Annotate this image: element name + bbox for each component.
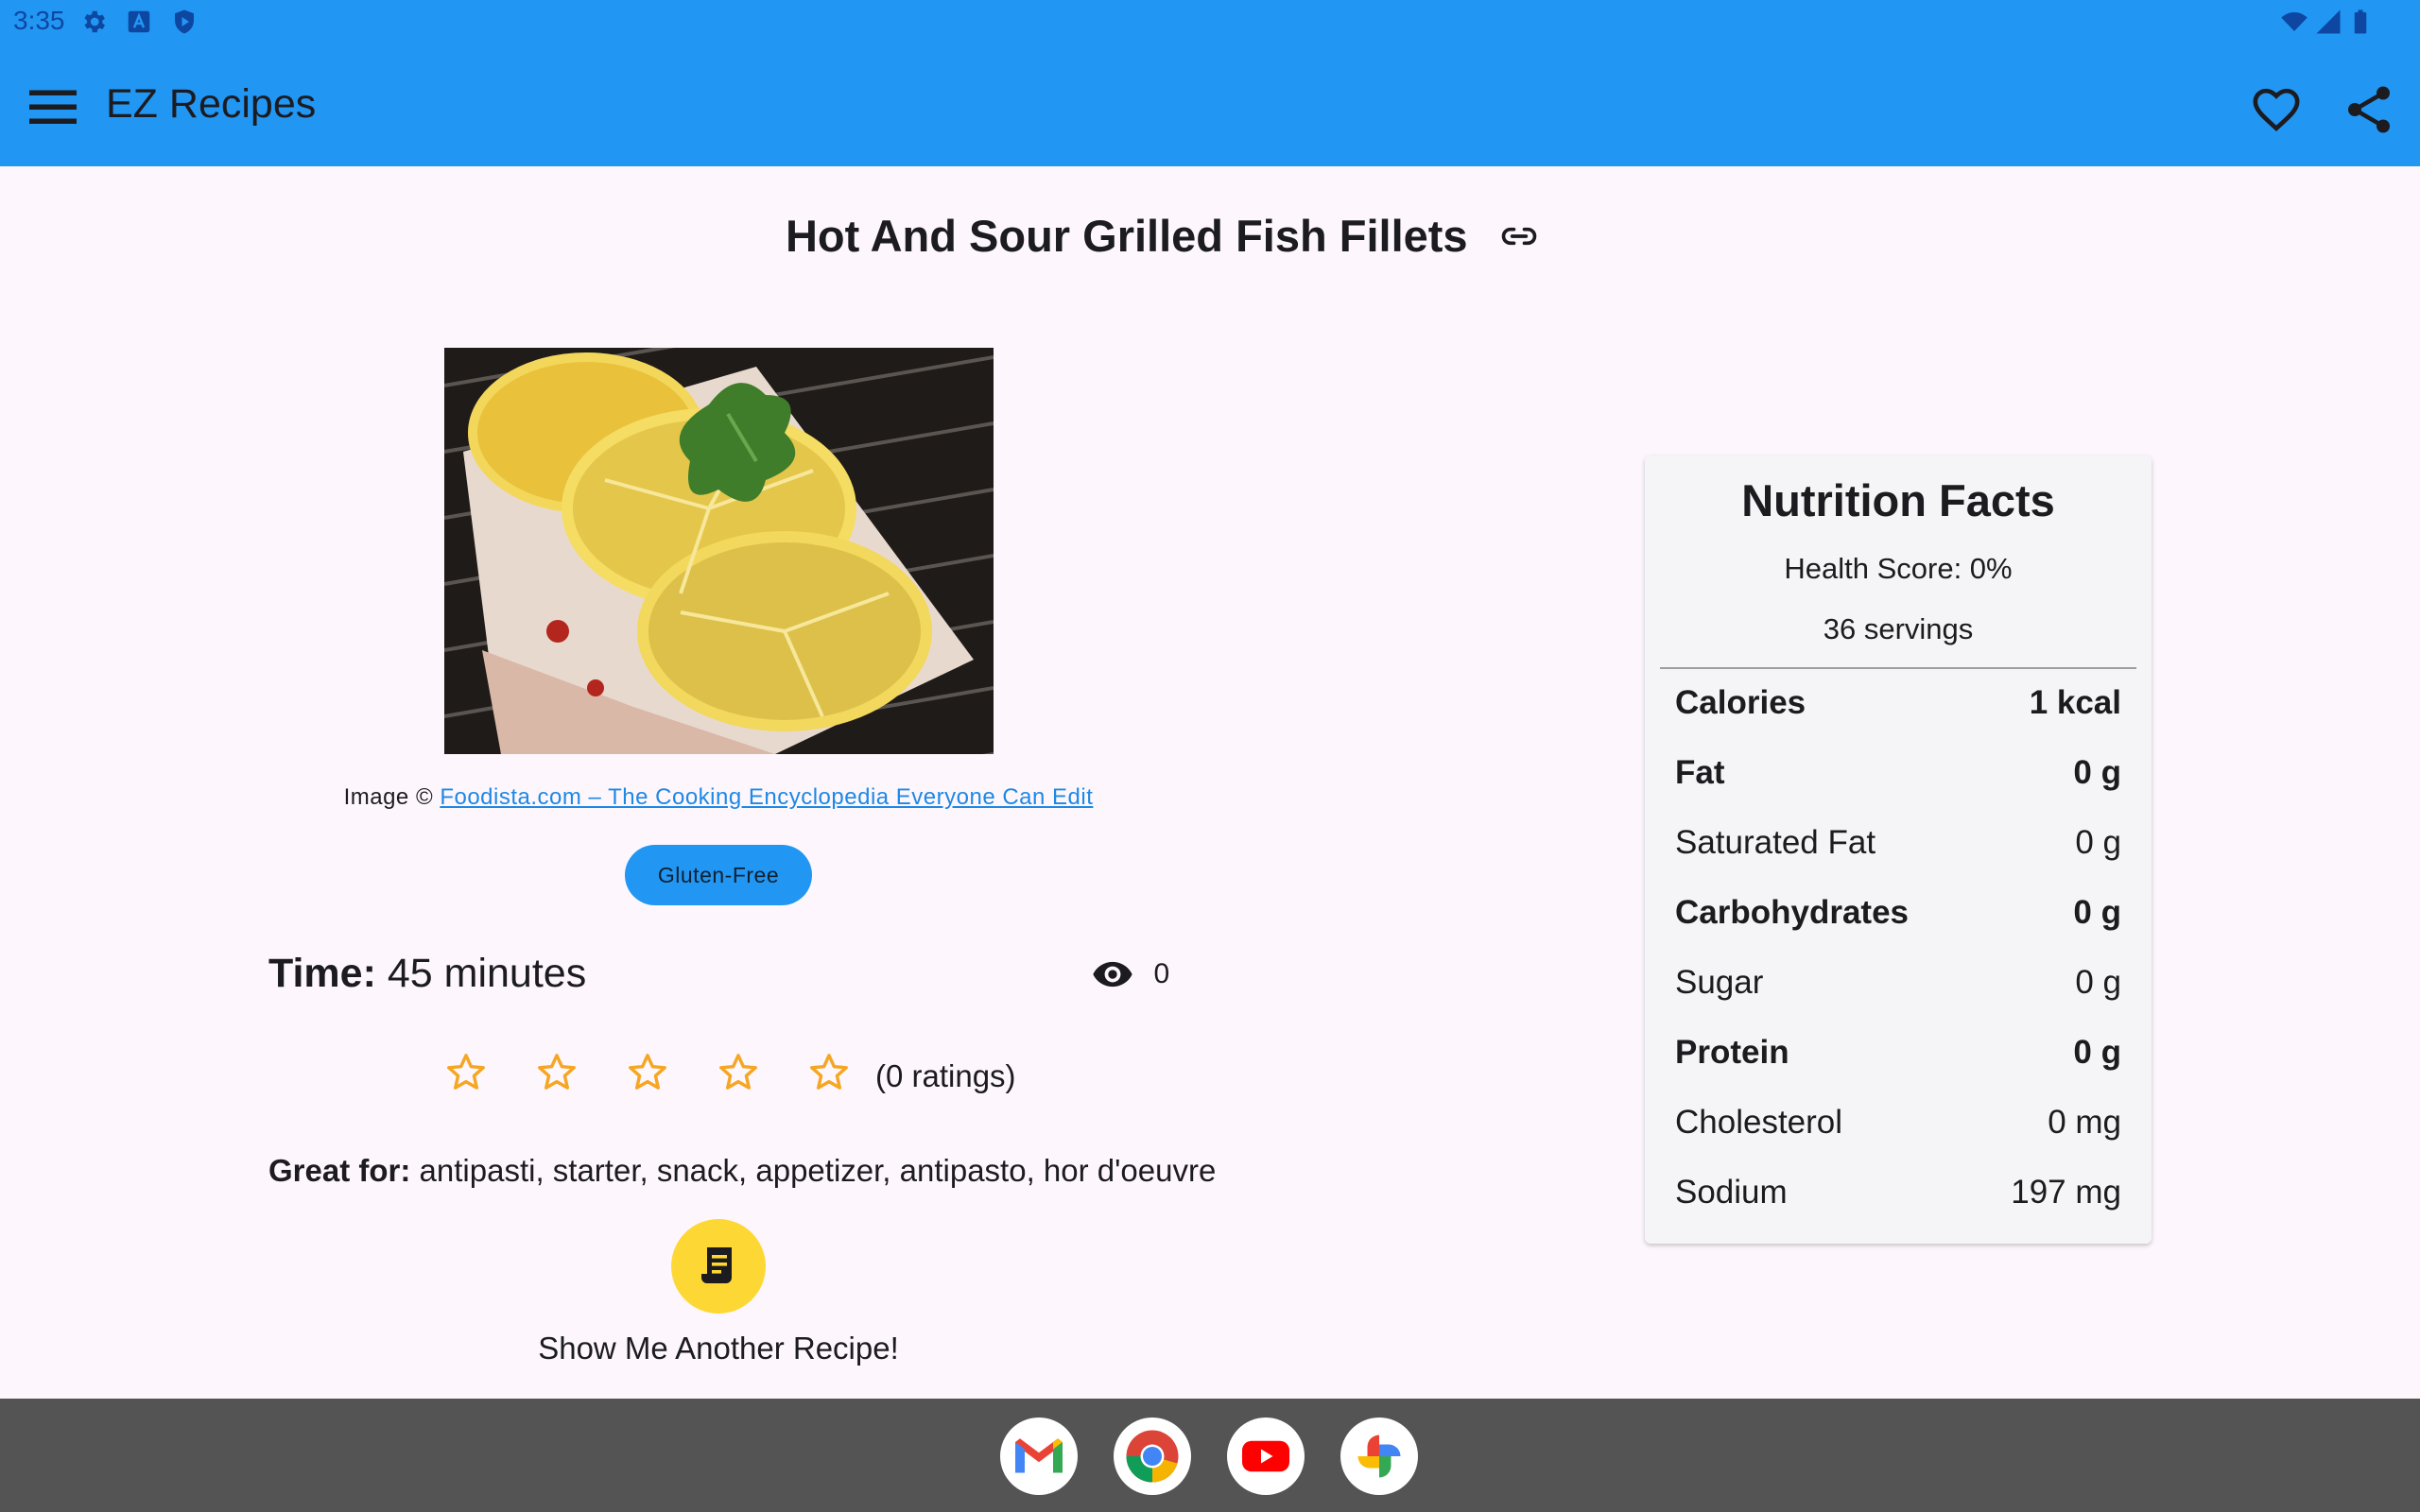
status-bar: 3:35 bbox=[0, 0, 2420, 45]
image-credit: Image © Foodista.com – The Cooking Encyc… bbox=[0, 784, 1437, 811]
time-label: Time: bbox=[268, 951, 376, 996]
menu-icon[interactable] bbox=[25, 83, 81, 130]
nutrient-label: Protein bbox=[1675, 1034, 1789, 1071]
chrome-app[interactable] bbox=[1114, 1418, 1191, 1495]
nutrient-label: Calories bbox=[1675, 684, 1806, 721]
photos-icon bbox=[1357, 1435, 1401, 1478]
nutrition-row: Sodium 197 mg bbox=[1675, 1174, 2121, 1221]
app-dock bbox=[0, 1399, 2420, 1512]
nutrient-value: 197 mg bbox=[2011, 1174, 2121, 1211]
app-bar: EZ Recipes bbox=[0, 45, 2420, 166]
settings-icon bbox=[84, 10, 105, 33]
nutrient-label: Carbohydrates bbox=[1675, 894, 1910, 931]
great-for-label: Great for: bbox=[268, 1153, 411, 1188]
star-outline-icon[interactable] bbox=[807, 1051, 851, 1094]
health-score: Health Score: 0% bbox=[1784, 552, 2013, 585]
views-count: 0 bbox=[1091, 958, 1169, 998]
youtube-app[interactable] bbox=[1227, 1418, 1305, 1495]
nutrient-label: Sodium bbox=[1675, 1174, 1788, 1211]
nutrition-row: Cholesterol 0 mg bbox=[1675, 1104, 2121, 1151]
nutrient-label: Saturated Fat bbox=[1675, 824, 1876, 861]
eye-icon bbox=[1093, 961, 1132, 988]
nutrient-label: Cholesterol bbox=[1675, 1104, 1843, 1141]
nutrition-title: Nutrition Facts bbox=[1741, 475, 2055, 525]
wifi-icon bbox=[2281, 12, 2308, 31]
gmail-icon bbox=[1015, 1438, 1063, 1473]
nutrition-divider bbox=[1660, 667, 2136, 669]
nutrition-row: Saturated Fat 0 g bbox=[1675, 824, 2121, 871]
gluten-free-chip[interactable]: Gluten-Free bbox=[625, 845, 812, 905]
nutrient-label: Fat bbox=[1675, 754, 1725, 791]
recipe-image bbox=[444, 348, 994, 754]
status-time: 3:35 bbox=[13, 6, 65, 35]
signal-icon bbox=[2316, 9, 2341, 34]
nutrition-card: Nutrition Facts Health Score: 0% 36 serv… bbox=[1645, 455, 2152, 1244]
nutrient-value: 0 g bbox=[2075, 964, 2121, 1001]
nutrition-row: Protein 0 g bbox=[1675, 1034, 2121, 1081]
gmail-app[interactable] bbox=[1000, 1418, 1078, 1495]
star-outline-icon[interactable] bbox=[444, 1051, 488, 1094]
star-outline-icon[interactable] bbox=[626, 1051, 669, 1094]
nutrient-value: 0 g bbox=[2073, 1034, 2121, 1071]
nutrition-row: Sugar 0 g bbox=[1675, 964, 2121, 1011]
nutrient-value: 0 mg bbox=[2048, 1104, 2121, 1141]
photos-app[interactable] bbox=[1340, 1418, 1418, 1495]
time-row: Time: 45 minutes bbox=[268, 951, 586, 997]
nutrient-value: 1 kcal bbox=[2029, 684, 2121, 721]
receipt-icon bbox=[701, 1247, 732, 1283]
nutrition-row: Calories 1 kcal bbox=[1675, 684, 2121, 731]
rating-stars bbox=[444, 1051, 898, 1094]
star-outline-icon[interactable] bbox=[535, 1051, 579, 1094]
nutrient-value: 0 g bbox=[2073, 894, 2121, 931]
app-title: EZ Recipes bbox=[106, 81, 317, 127]
link-icon[interactable] bbox=[1498, 215, 1540, 257]
shield-play-icon bbox=[175, 9, 194, 34]
heart-outline-icon[interactable] bbox=[2250, 83, 2303, 136]
time-value: 45 minutes bbox=[387, 951, 587, 996]
recipe-title: Hot And Sour Grilled Fish Fillets bbox=[785, 211, 1468, 261]
image-credit-prefix: Image © bbox=[343, 784, 434, 810]
nutrient-value: 0 g bbox=[2075, 824, 2121, 861]
great-for: Great for: antipasti, starter, snack, ap… bbox=[268, 1153, 1216, 1189]
random-recipe-label: Show Me Another Recipe! bbox=[538, 1331, 899, 1366]
battery-icon bbox=[2354, 9, 2367, 34]
a-icon bbox=[128, 10, 150, 33]
views-value: 0 bbox=[1153, 958, 1170, 989]
share-icon[interactable] bbox=[2341, 81, 2397, 138]
random-recipe-button[interactable] bbox=[671, 1219, 766, 1314]
chrome-icon bbox=[1126, 1430, 1179, 1483]
nutrition-row: Carbohydrates 0 g bbox=[1675, 894, 2121, 941]
image-credit-link[interactable]: Foodista.com – The Cooking Encyclopedia … bbox=[440, 784, 1093, 810]
nutrition-row: Fat 0 g bbox=[1675, 754, 2121, 801]
great-for-value: antipasti, starter, snack, appetizer, an… bbox=[419, 1153, 1217, 1188]
youtube-icon bbox=[1242, 1440, 1289, 1472]
recipe-title-row: Hot And Sour Grilled Fish Fillets bbox=[0, 210, 2325, 262]
nutrient-label: Sugar bbox=[1675, 964, 1764, 1001]
ratings-count: (0 ratings) bbox=[875, 1058, 1016, 1093]
star-outline-icon[interactable] bbox=[717, 1051, 760, 1094]
servings: 36 servings bbox=[1823, 612, 1974, 645]
nutrient-value: 0 g bbox=[2073, 754, 2121, 791]
